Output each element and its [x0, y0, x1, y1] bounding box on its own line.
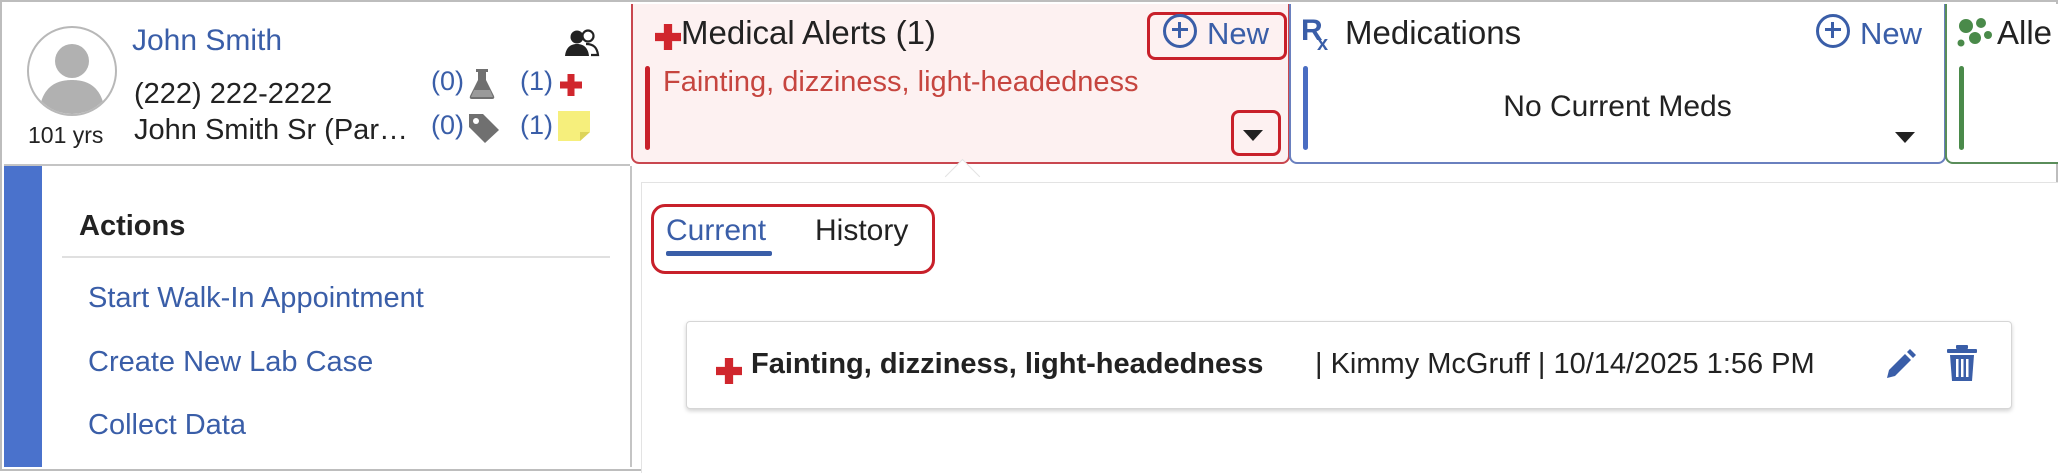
new-alert-label: New	[1207, 16, 1270, 51]
actions-panel: Actions Start Walk-In Appointment Create…	[4, 166, 632, 467]
medical-alerts-card[interactable]: Medical Alerts (1) Fainting, dizziness, …	[631, 4, 1290, 164]
sidebar-strip[interactable]	[4, 166, 42, 467]
rx-icon: R x	[1301, 12, 1335, 57]
caret-down-icon[interactable]	[1895, 132, 1915, 143]
pencil-icon[interactable]	[1883, 348, 1917, 387]
patient-header: 101 yrs John Smith (222) 222-2222 John S…	[4, 4, 630, 166]
medications-title: Medications	[1345, 14, 1522, 51]
allergies-card[interactable]: Alle	[1945, 4, 2058, 164]
patient-parent: John Smith Sr (Parent)	[134, 114, 416, 146]
note-count[interactable]: (1)	[520, 110, 553, 141]
new-medication-label: New	[1860, 16, 1923, 51]
new-alert-button[interactable]: New	[1163, 14, 1269, 54]
tag-icon[interactable]	[467, 112, 501, 149]
group-icon[interactable]	[564, 28, 600, 63]
alert-list-item: Fainting, dizziness, light-headedness | …	[686, 321, 2012, 409]
patient-phone: (222) 222-2222	[134, 78, 333, 110]
alert-row-name: Fainting, dizziness, light-headedness	[751, 348, 1264, 380]
alert-count[interactable]: (1)	[520, 66, 553, 97]
sticky-note-icon[interactable]	[557, 110, 591, 147]
allergy-accent-bar	[1959, 66, 1964, 150]
caret-down-icon[interactable]	[1243, 130, 1263, 141]
alert-accent-bar	[645, 66, 650, 150]
actions-divider	[62, 256, 610, 258]
medical-alert-summary: Fainting, dizziness, light-headedness	[663, 66, 1139, 98]
no-meds-text: No Current Meds	[1503, 90, 1732, 123]
lab-count[interactable]: (0)	[431, 66, 464, 97]
medications-card[interactable]: R x Medications No Current Meds New	[1289, 4, 1946, 164]
patient-age: 101 yrs	[28, 122, 104, 148]
trash-icon[interactable]	[1945, 344, 1979, 387]
tabs-highlight	[651, 204, 935, 274]
red-cross-icon	[655, 24, 681, 55]
person-avatar-icon	[27, 26, 117, 116]
red-cross-icon	[716, 358, 742, 389]
patient-name-link[interactable]: John Smith	[132, 24, 282, 58]
collect-data-link[interactable]: Collect Data	[88, 409, 246, 442]
start-walk-in-appointment-link[interactable]: Start Walk-In Appointment	[88, 282, 424, 315]
plus-circle-icon	[1163, 14, 1197, 48]
allergies-title: Alle	[1997, 14, 2053, 51]
svg-text:x: x	[1317, 33, 1328, 52]
plus-circle-icon	[1816, 14, 1850, 48]
flask-icon[interactable]	[469, 68, 495, 105]
alert-row-meta: | Kimmy McGruff | 10/14/2025 1:56 PM	[1315, 348, 1815, 380]
actions-title: Actions	[79, 210, 186, 242]
tag-count[interactable]: (0)	[431, 110, 464, 141]
medical-alerts-title: Medical Alerts (1)	[681, 14, 936, 51]
new-medication-button[interactable]: New	[1816, 14, 1922, 54]
create-new-lab-case-link[interactable]: Create New Lab Case	[88, 346, 373, 379]
red-cross-icon	[560, 74, 582, 101]
allergy-icon	[1955, 16, 1995, 55]
